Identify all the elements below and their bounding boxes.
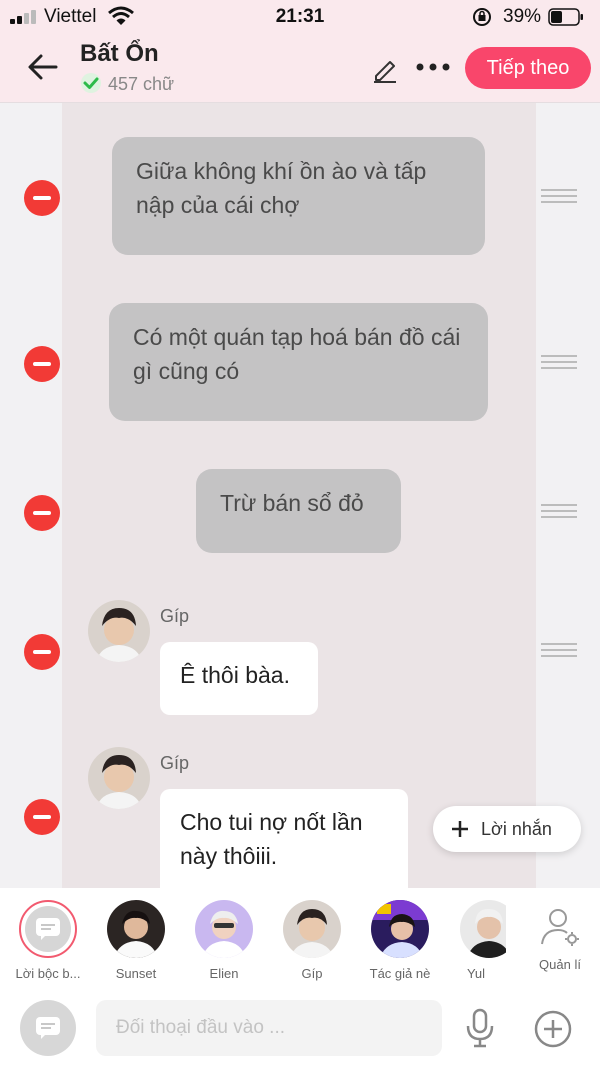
- narration-bubble[interactable]: Trừ bán sổ đỏ: [196, 469, 401, 553]
- delete-message-button[interactable]: [24, 346, 60, 382]
- add-line-label: Lời nhắn: [481, 819, 552, 839]
- speech-bubble-icon: [36, 1017, 60, 1039]
- word-count: 457 chữ: [80, 72, 174, 95]
- character-author[interactable]: Tác giả nè: [356, 900, 444, 981]
- delete-message-button[interactable]: [24, 180, 60, 216]
- character-sunset[interactable]: Sunset: [92, 900, 180, 981]
- delete-message-button[interactable]: [24, 495, 60, 531]
- speaker-name: Gíp: [160, 606, 190, 626]
- avatar: [371, 900, 429, 958]
- speaker-name: Gíp: [160, 753, 190, 773]
- drag-handle-icon[interactable]: [541, 189, 577, 203]
- back-arrow-icon[interactable]: [26, 50, 60, 84]
- character-narrator[interactable]: Lời bộc b...: [4, 900, 92, 981]
- narrator-avatar: [19, 900, 77, 958]
- more-options-icon[interactable]: [415, 60, 451, 74]
- top-bar: Viettel 21:31 39% Bất Ổn 457 chữ Tiếp th…: [0, 0, 600, 103]
- character-bar: Lời bộc b... Sunset Elien Gíp Tác giả nè…: [0, 888, 600, 988]
- dialogue-bubble[interactable]: Ê thôi bàa.: [160, 642, 318, 715]
- pencil-icon[interactable]: [370, 54, 400, 84]
- character-name: Tác giả nè: [369, 966, 431, 981]
- narration-bubble[interactable]: Giữa không khí ồn ào và tấp nập của cái …: [112, 137, 485, 255]
- narration-toggle-button[interactable]: [20, 1000, 76, 1056]
- add-circle-icon[interactable]: [534, 1010, 572, 1048]
- microphone-icon[interactable]: [464, 1008, 496, 1048]
- character-name: Yul: [466, 966, 486, 981]
- narration-bubble[interactable]: Có một quán tạp hoá bán đồ cái gì cũng c…: [109, 303, 488, 421]
- composer-bar: [0, 988, 600, 1067]
- character-name: Gíp: [301, 966, 323, 981]
- story-title: Bất Ổn: [80, 40, 159, 67]
- status-bar: Viettel 21:31 39%: [0, 0, 600, 34]
- speech-bubble-icon: [36, 918, 60, 940]
- character-name: Sunset: [115, 966, 157, 981]
- avatar[interactable]: [88, 600, 150, 662]
- delete-message-button[interactable]: [24, 799, 60, 835]
- battery-percent: 39%: [503, 6, 542, 27]
- drag-handle-icon[interactable]: [541, 643, 577, 657]
- chat-area[interactable]: Giữa không khí ồn ào và tấp nập của cái …: [0, 103, 600, 888]
- plus-icon: [452, 821, 468, 837]
- avatar: [283, 900, 341, 958]
- character-name: Lời bộc b...: [15, 966, 81, 981]
- manage-label: Quản lí: [539, 957, 581, 972]
- character-yul[interactable]: Yul: [446, 900, 506, 981]
- dialogue-bubble[interactable]: Cho tui nợ nốt lần này thôiii.: [160, 789, 408, 888]
- user-settings-icon: [541, 909, 579, 946]
- rotation-lock-icon: [473, 8, 491, 26]
- word-count-text: 457 chữ: [108, 74, 175, 94]
- drag-handle-icon[interactable]: [541, 504, 577, 518]
- next-button[interactable]: Tiếp theo: [465, 47, 591, 89]
- character-name: Elien: [209, 966, 239, 981]
- character-elien[interactable]: Elien: [180, 900, 268, 981]
- avatar[interactable]: [88, 747, 150, 809]
- character-gip[interactable]: Gíp: [268, 900, 356, 981]
- avatar: [460, 900, 506, 958]
- avatar: [195, 900, 253, 958]
- manage-characters-button[interactable]: Quản lí: [530, 906, 590, 972]
- delete-message-button[interactable]: [24, 634, 60, 670]
- add-line-button[interactable]: Lời nhắn: [433, 806, 581, 852]
- battery-icon: [548, 8, 583, 26]
- check-icon: [81, 73, 101, 93]
- avatar: [107, 900, 165, 958]
- drag-handle-icon[interactable]: [541, 355, 577, 369]
- dialogue-input[interactable]: [96, 1000, 442, 1056]
